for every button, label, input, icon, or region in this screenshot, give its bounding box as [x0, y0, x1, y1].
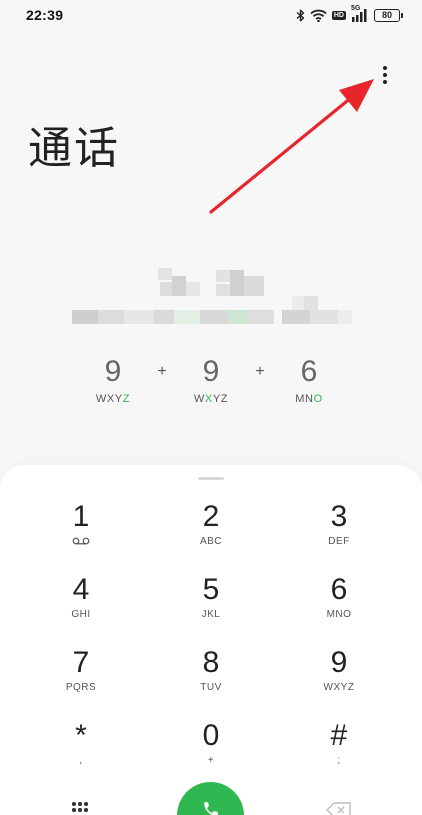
key-letters: ABC	[199, 536, 223, 547]
key-letters: GHI	[71, 609, 91, 620]
key-digit: 6	[330, 573, 348, 606]
key-letters: PQRS	[65, 682, 97, 693]
key-1[interactable]: 1	[31, 500, 131, 560]
cellular-signal-icon: 5G	[351, 5, 369, 22]
phone-icon	[203, 802, 218, 815]
key-5[interactable]: 5 JKL	[161, 573, 261, 633]
dialed-digit: 9 WXYZ	[181, 355, 241, 405]
letters-normal: W	[193, 393, 205, 405]
hd-badge: HD	[331, 10, 346, 20]
status-bar: 22:39 HD 5G 80	[0, 0, 422, 30]
key-0[interactable]: 0 +	[161, 719, 261, 779]
key-6[interactable]: 6 MNO	[289, 573, 389, 633]
key-digit: 3	[330, 500, 348, 533]
key-digit: *	[75, 719, 87, 752]
dialed-digit-letters: WXYZ	[83, 393, 143, 405]
key-letters: WXYZ	[323, 682, 355, 693]
dialed-digit: 9 WXYZ	[83, 355, 143, 405]
plus-separator: +	[255, 363, 265, 380]
key-letters: MNO	[326, 609, 352, 620]
key-2[interactable]: 2 ABC	[161, 500, 261, 560]
more-vertical-icon	[383, 66, 387, 70]
dialed-digit-number: 9	[104, 355, 122, 388]
dialed-digit-number: 9	[202, 355, 220, 388]
key-7[interactable]: 7 PQRS	[31, 646, 131, 706]
key-digit: 9	[330, 646, 348, 679]
dialpad-panel: 1 2 ABC 3 DEF 4 GHI 5 JKL 6 MNO 7 PQRS 8…	[0, 465, 422, 815]
wifi-icon	[310, 9, 327, 22]
letters-normal: MN	[295, 393, 314, 405]
page-title: 通话	[28, 123, 120, 174]
status-time: 22:39	[26, 7, 64, 23]
letters-highlight: Z	[122, 393, 131, 405]
more-vertical-icon-dot	[383, 73, 387, 77]
key-8[interactable]: 8 TUV	[161, 646, 261, 706]
key-digit: 5	[202, 573, 220, 606]
battery-indicator: 80	[374, 8, 403, 22]
more-vertical-icon-dot	[383, 80, 387, 84]
letters-highlight: X	[204, 393, 213, 405]
key-digit: 7	[72, 646, 90, 679]
voicemail-icon	[72, 537, 90, 545]
key-letters: ,	[79, 755, 83, 766]
more-options-button[interactable]	[370, 60, 400, 90]
letters-highlight: O	[313, 393, 323, 405]
dialed-digit-letters: MNO	[279, 393, 339, 405]
plus-separator: +	[157, 363, 167, 380]
key-3[interactable]: 3 DEF	[289, 500, 389, 560]
contact-info-blurred	[70, 268, 355, 332]
key-digit: #	[330, 719, 348, 752]
status-icons: HD 5G 80	[296, 5, 403, 22]
key-digit: 8	[202, 646, 220, 679]
dialed-digit-letters: WXYZ	[181, 393, 241, 405]
backspace-icon[interactable]	[326, 802, 352, 815]
keypad-toggle-button[interactable]	[70, 800, 92, 814]
dialed-digit-number: 6	[300, 355, 318, 388]
dialed-digit: 6 MNO	[279, 355, 339, 405]
key-hash[interactable]: # ;	[289, 719, 389, 779]
key-letters: DEF	[328, 536, 350, 547]
key-digit: 4	[72, 573, 90, 606]
key-letters: ;	[337, 755, 341, 766]
key-digit: 1	[72, 500, 90, 533]
key-4[interactable]: 4 GHI	[31, 573, 131, 633]
key-letters: +	[207, 755, 215, 766]
key-letters: JKL	[201, 609, 221, 620]
key-digit: 0	[202, 719, 220, 752]
key-digit: 2	[202, 500, 220, 533]
letters-normal: YZ	[212, 393, 229, 405]
letters-normal: WXY	[95, 393, 123, 405]
key-9[interactable]: 9 WXYZ	[289, 646, 389, 706]
key-star[interactable]: * ,	[31, 719, 131, 779]
dialed-number-display[interactable]: 9 WXYZ + 9 WXYZ + 6 MNO	[0, 355, 422, 415]
keypad-drag-handle[interactable]	[198, 477, 224, 480]
bluetooth-icon	[296, 9, 305, 21]
key-letters: TUV	[200, 682, 222, 693]
